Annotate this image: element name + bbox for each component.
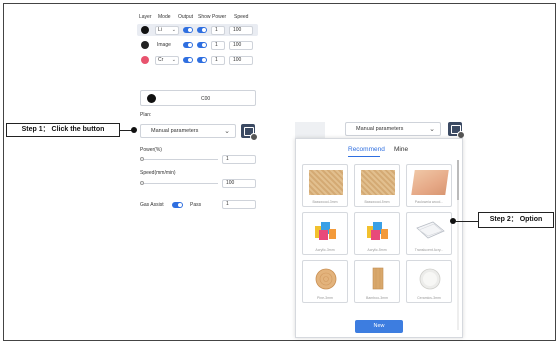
speed-input[interactable]: 100 bbox=[229, 25, 253, 35]
material-label: Acrylic-5mm bbox=[367, 248, 387, 252]
window-frame bbox=[3, 3, 556, 341]
layer-row-2[interactable]: Image 1 100 bbox=[137, 39, 258, 51]
popup-scrollbar[interactable] bbox=[457, 160, 459, 330]
power-input[interactable]: 1 bbox=[211, 40, 225, 50]
pass-label: Pass bbox=[190, 202, 202, 208]
mode-value: Image bbox=[157, 42, 171, 48]
speed-slider-track[interactable] bbox=[142, 183, 218, 184]
material-tile-basswood-5mm[interactable]: Basswood-5mm bbox=[354, 164, 400, 207]
chevron-down-icon: ⌄ bbox=[224, 128, 230, 135]
basswood-icon bbox=[361, 170, 395, 195]
layer-color-swatch[interactable] bbox=[141, 56, 149, 64]
header-layer: Layer bbox=[139, 14, 152, 20]
material-tile-acrylic-5mm[interactable]: Acrylic-5mm bbox=[354, 212, 400, 255]
layer-color-field[interactable]: C00 bbox=[140, 90, 256, 106]
new-preset-button[interactable]: New bbox=[355, 320, 403, 333]
speed-input[interactable]: 100 bbox=[229, 55, 253, 65]
step2-connector-line bbox=[455, 221, 478, 222]
layer-row-3[interactable]: Cr ⌄ 1 100 bbox=[137, 54, 258, 66]
paulownia-wood-icon bbox=[411, 170, 449, 195]
material-label: Paulownia wood... bbox=[414, 200, 444, 204]
step1-pointer-dot bbox=[131, 127, 137, 133]
ceramics-icon bbox=[419, 268, 441, 290]
show-toggle[interactable] bbox=[197, 57, 207, 63]
material-label: Bamboo-3mm bbox=[366, 296, 388, 300]
popup-plan-select[interactable]: Manual parameters ⌄ bbox=[345, 122, 441, 136]
power-value-input[interactable]: 1 bbox=[222, 155, 256, 164]
layer-color-swatch[interactable] bbox=[147, 94, 156, 103]
speed-slider-handle[interactable] bbox=[140, 181, 144, 185]
acrylic-icon bbox=[315, 222, 336, 240]
plan-label: Plan: bbox=[140, 112, 152, 118]
gas-assist-toggle[interactable] bbox=[172, 202, 183, 208]
power-slider-track[interactable] bbox=[142, 159, 218, 160]
power-input[interactable]: 1 bbox=[211, 55, 225, 65]
output-toggle[interactable] bbox=[183, 42, 193, 48]
show-toggle[interactable] bbox=[197, 42, 207, 48]
material-label: Basswood-5mm bbox=[364, 200, 390, 204]
header-show: Show bbox=[198, 14, 211, 20]
speed-value-input[interactable]: 100 bbox=[222, 179, 256, 188]
material-presets-popup: Recommend Mine Basswood-3mm Basswood-5mm… bbox=[295, 138, 463, 338]
header-power: Power bbox=[212, 14, 227, 20]
show-toggle[interactable] bbox=[197, 27, 207, 33]
chevron-down-icon: ⌄ bbox=[171, 56, 176, 63]
material-tile-bamboo-3mm[interactable]: Bamboo-3mm bbox=[354, 260, 400, 303]
layer-image-icon[interactable] bbox=[141, 41, 149, 49]
plan-select[interactable]: Manual parameters ⌄ bbox=[140, 124, 236, 138]
output-toggle[interactable] bbox=[183, 27, 193, 33]
save-parameters-button[interactable] bbox=[241, 124, 258, 141]
output-toggle[interactable] bbox=[183, 57, 193, 63]
acrylic-icon bbox=[367, 222, 388, 240]
plan-select-value: Manual parameters bbox=[151, 128, 199, 134]
material-tile-basswood-3mm[interactable]: Basswood-3mm bbox=[302, 164, 348, 207]
material-label: Pine-3mm bbox=[317, 296, 333, 300]
mode-dropdown[interactable]: Cr ⌄ bbox=[155, 55, 179, 65]
header-speed: Speed bbox=[234, 14, 249, 20]
pine-icon bbox=[315, 268, 337, 290]
material-label: Acrylic-3mm bbox=[315, 248, 335, 252]
translucent-acrylic-icon bbox=[416, 221, 445, 239]
power-input[interactable]: 1 bbox=[211, 25, 225, 35]
save-parameters-button[interactable] bbox=[448, 122, 465, 139]
tab-mine[interactable]: Mine bbox=[394, 146, 408, 153]
gas-assist-label: Gas Assist bbox=[140, 202, 164, 208]
material-tile-acrylic-3mm[interactable]: Acrylic-3mm bbox=[302, 212, 348, 255]
material-tile-paulownia-wood[interactable]: Paulownia wood... bbox=[406, 164, 452, 207]
step1-callout: Step 1： Click the button bbox=[6, 123, 120, 137]
header-output: Output bbox=[178, 14, 194, 20]
pass-input[interactable]: 1 bbox=[222, 200, 256, 209]
chevron-down-icon: ⌄ bbox=[171, 26, 176, 33]
material-tile-pine-3mm[interactable]: Pine-3mm bbox=[302, 260, 348, 303]
layer-color-label: C00 bbox=[201, 95, 211, 102]
material-tile-translucent-acrylic[interactable]: Translucent Acry... bbox=[406, 212, 452, 255]
material-label: Translucent Acry... bbox=[414, 248, 444, 252]
mode-dropdown[interactable]: Li ⌄ bbox=[155, 25, 179, 35]
header-mode: Mode bbox=[158, 14, 171, 20]
mode-value: Li bbox=[158, 26, 162, 33]
power-label: Power(%) bbox=[140, 147, 162, 153]
step2-callout: Step 2： Option bbox=[478, 212, 554, 228]
plan-select-value: Manual parameters bbox=[356, 126, 404, 132]
layer-row-1[interactable]: Li ⌄ 1 100 bbox=[137, 24, 258, 36]
mode-value: Cr bbox=[158, 56, 164, 63]
active-tab-underline bbox=[348, 156, 380, 157]
speed-label: Speed(mm/min) bbox=[140, 170, 176, 176]
power-slider-handle[interactable] bbox=[140, 157, 144, 161]
material-label: Basswood-3mm bbox=[312, 200, 338, 204]
layer-color-swatch[interactable] bbox=[141, 26, 149, 34]
basswood-icon bbox=[309, 170, 343, 195]
bamboo-icon bbox=[372, 267, 384, 290]
material-tile-ceramics-3mm[interactable]: Ceramics-3mm bbox=[406, 260, 452, 303]
chevron-down-icon: ⌄ bbox=[429, 126, 435, 133]
tab-recommend[interactable]: Recommend bbox=[348, 146, 385, 153]
speed-input[interactable]: 100 bbox=[229, 40, 253, 50]
material-label: Ceramics-3mm bbox=[417, 296, 441, 300]
